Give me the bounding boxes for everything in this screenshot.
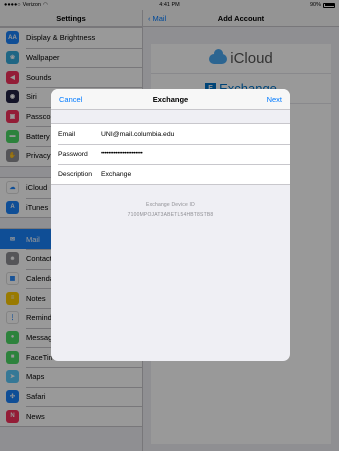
device-id-block: Exchange Device ID 7100MPOJAT3ABETL54HBT… [51,201,290,220]
modal-title: Exchange [152,94,189,104]
modal-navbar: Cancel Exchange Next [51,89,290,110]
exchange-form: Email Password ••••••••••••••••••••••• D… [51,123,290,185]
password-label: Password [58,150,88,158]
next-button[interactable]: Next [267,95,290,104]
device-id-value: 7100MPOJAT3ABETL54HBT8STB8 [127,211,214,218]
description-row: Description [51,164,290,184]
description-label: Description [58,170,92,178]
description-field[interactable] [101,170,276,178]
password-row: Password ••••••••••••••••••••••• [51,144,290,164]
email-label: Email [58,130,75,138]
email-row: Email [51,124,290,144]
password-field[interactable]: ••••••••••••••••••••••• [101,151,143,157]
device-id-label: Exchange Device ID [146,202,195,208]
email-field[interactable] [101,130,276,138]
cancel-button[interactable]: Cancel [51,95,82,104]
exchange-modal: Cancel Exchange Next Email Password ••••… [51,89,290,361]
